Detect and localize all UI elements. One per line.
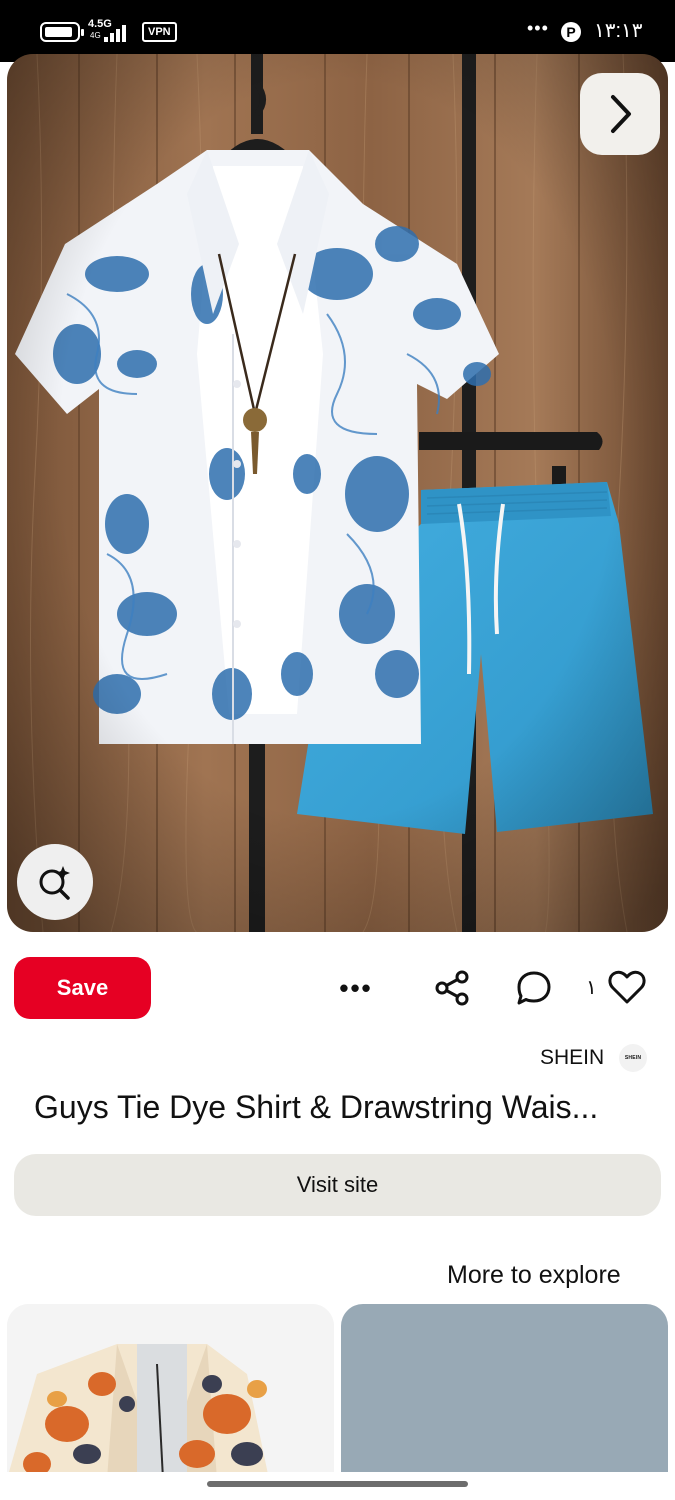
status-bar: 4.5G 4G VPN ••• P ۱۳:۱۳ xyxy=(0,0,675,62)
status-overflow-dots: ••• xyxy=(527,18,549,38)
battery-icon xyxy=(40,22,84,42)
share-icon xyxy=(435,970,469,1006)
status-clock: ۱۳:۱۳ xyxy=(594,20,643,42)
network-sub-label: 4G xyxy=(90,31,101,40)
vpn-badge: VPN xyxy=(142,22,177,42)
comment-icon xyxy=(517,971,551,1005)
reaction-count: ۱ xyxy=(586,977,597,999)
save-button[interactable]: Save xyxy=(14,957,151,1019)
next-image-button[interactable] xyxy=(580,73,660,155)
home-indicator[interactable] xyxy=(207,1481,468,1487)
chevron-right-icon xyxy=(611,95,631,133)
source-logo[interactable]: SHEIN xyxy=(619,1044,647,1072)
visual-search-button[interactable] xyxy=(17,844,93,920)
source-name[interactable]: SHEIN xyxy=(540,1044,604,1072)
comment-button[interactable] xyxy=(512,966,556,1010)
more-to-explore-heading: More to explore xyxy=(447,1261,621,1289)
pinterest-notification-icon: P xyxy=(561,22,581,42)
explore-card[interactable] xyxy=(341,1304,668,1479)
signal-icon xyxy=(104,24,132,42)
heart-icon xyxy=(608,970,646,1004)
pin-title: Guys Tie Dye Shirt & Drawstring Wais... xyxy=(34,1089,599,1125)
explore-card[interactable] xyxy=(7,1304,334,1479)
visit-site-button[interactable]: Visit site xyxy=(14,1154,661,1216)
more-options-button[interactable]: ••• xyxy=(330,968,382,1008)
explore-card-image xyxy=(7,1304,334,1479)
share-button[interactable] xyxy=(430,966,474,1010)
pin-image[interactable] xyxy=(7,54,668,932)
react-button[interactable] xyxy=(604,964,650,1010)
lens-sparkle-icon xyxy=(39,866,70,900)
